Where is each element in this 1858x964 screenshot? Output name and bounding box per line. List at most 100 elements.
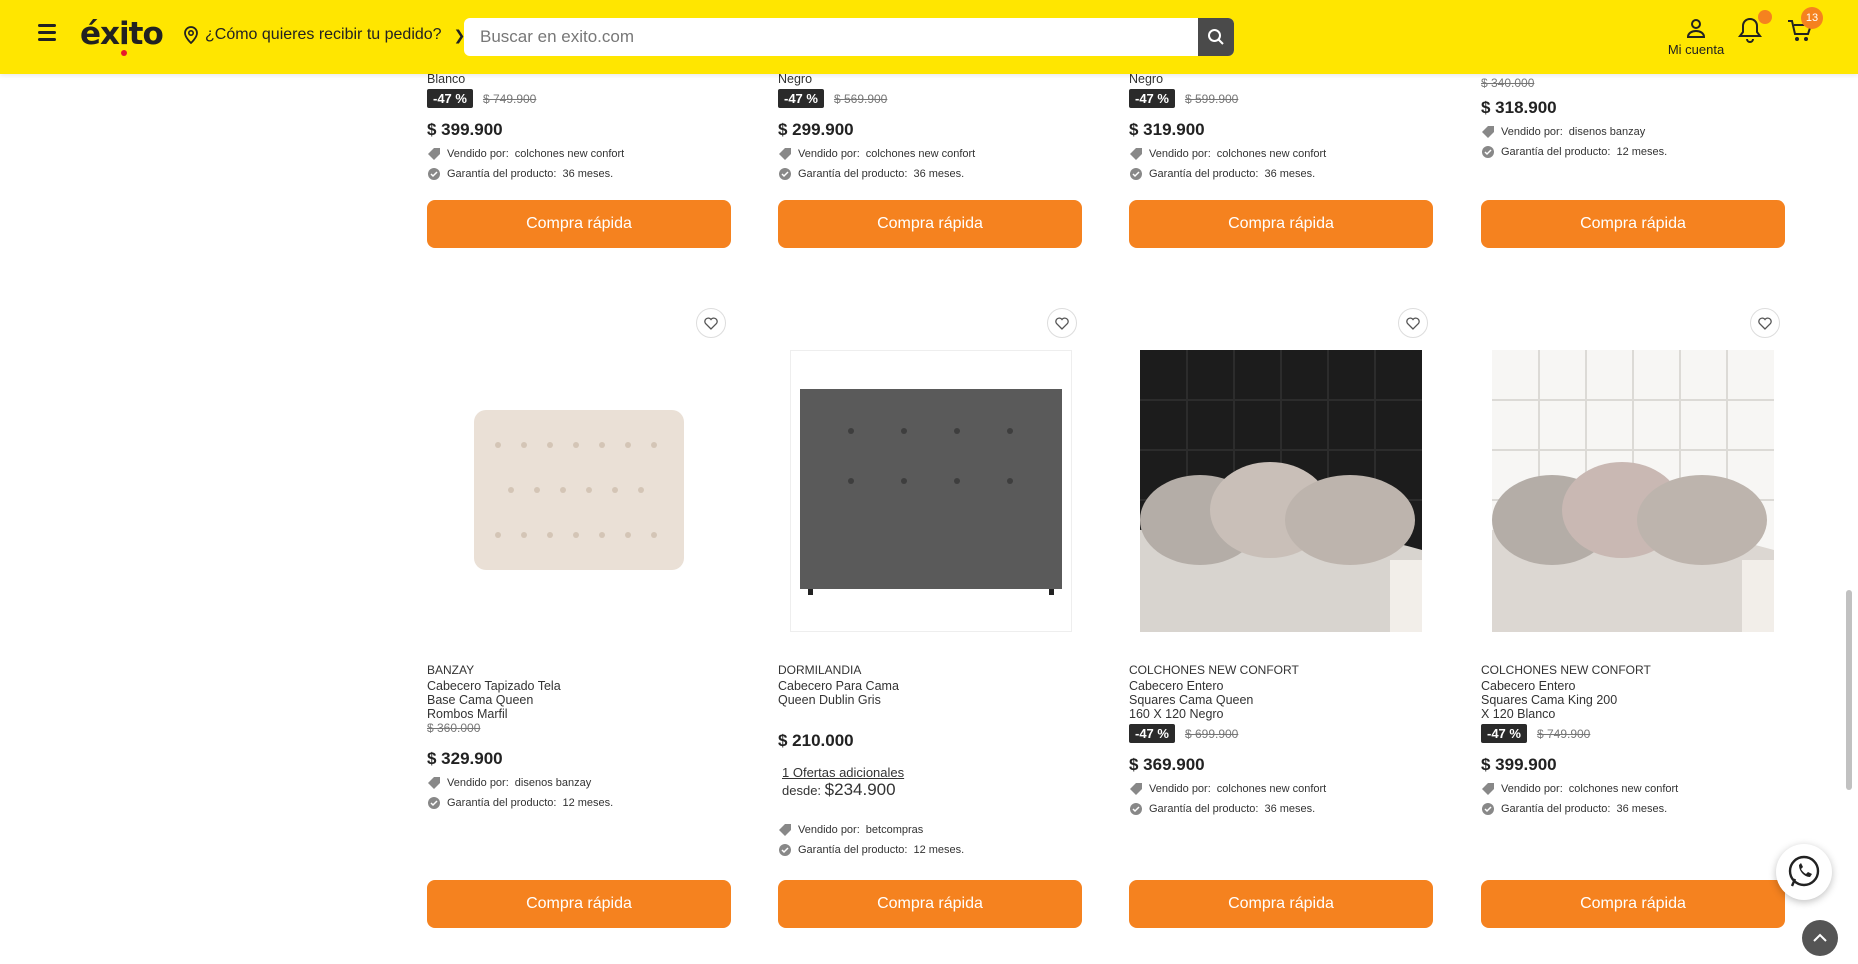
product-name[interactable]: Cabecero Para Cama Queen Dublin Gris (778, 679, 1082, 707)
warranty-icon (428, 797, 440, 809)
product-card: COLCHONES NEW CONFORT Cabecero Entero Sq… (1129, 663, 1433, 819)
product-card: Negro -47 % $ 599.900 $ 319.900 Vendido p… (1129, 72, 1433, 184)
product-color: Negro (778, 72, 813, 86)
warranty-icon (1482, 146, 1494, 158)
search-icon (1208, 29, 1224, 45)
seller-name: colchones new confort (865, 148, 976, 160)
warranty-icon (779, 168, 791, 180)
discount-badge: -47 % (1129, 89, 1175, 108)
notification-dot (1758, 10, 1772, 24)
favorite-button[interactable] (1047, 308, 1077, 338)
favorite-button[interactable] (696, 308, 726, 338)
product-price: $ 329.900 (427, 749, 503, 768)
product-name[interactable]: Cabecero Entero Squares Cama King 200 X … (1481, 679, 1785, 721)
additional-offers-link[interactable]: 1 Ofertas adicionales (782, 765, 1082, 780)
seller-name: disenos banzay (1568, 126, 1646, 138)
account-button[interactable]: Mi cuenta (1664, 18, 1728, 57)
quick-buy-button[interactable]: Compra rápida (1129, 880, 1433, 928)
warranty-icon (1130, 168, 1142, 180)
seller-name: colchones new confort (1568, 783, 1679, 795)
discount-badge: -47 % (1481, 724, 1527, 743)
product-image[interactable] (1492, 350, 1774, 632)
quick-buy-button[interactable]: Compra rápida (1481, 880, 1785, 928)
heart-icon (704, 316, 718, 330)
warranty-icon (779, 844, 791, 856)
product-card: Negro -47 % $ 569.900 $ 299.900 Vendido p… (778, 72, 1082, 184)
discount-badge: -47 % (778, 89, 824, 108)
quick-buy-button[interactable]: Compra rápida (1481, 200, 1785, 248)
seller-name: colchones new confort (1216, 148, 1327, 160)
product-price: $ 299.900 (778, 120, 854, 139)
quick-buy-button[interactable]: Compra rápida (1129, 200, 1433, 248)
product-brand: DORMILANDIA (778, 663, 862, 677)
scroll-to-top-button[interactable] (1802, 920, 1838, 956)
seller-name: colchones new confort (514, 148, 625, 160)
hamburger-menu-icon[interactable] (38, 24, 62, 44)
quick-buy-button[interactable]: Compra rápida (778, 880, 1082, 928)
warranty-icon (428, 168, 440, 180)
product-color: Negro (1129, 72, 1164, 86)
exito-logo[interactable]: éxito (80, 16, 164, 56)
old-price: $ 749.900 (1536, 726, 1591, 741)
product-price: $ 399.900 (1481, 755, 1557, 774)
product-image[interactable] (1140, 350, 1422, 632)
product-price: $ 319.900 (1129, 120, 1205, 139)
heart-icon (1406, 316, 1420, 330)
product-price: $ 369.900 (1129, 755, 1205, 774)
tag-icon (1482, 126, 1494, 138)
quick-buy-button[interactable]: Compra rápida (427, 200, 731, 248)
old-price: $ 340.000 (1481, 76, 1535, 90)
discount-badge: -47 % (427, 89, 473, 108)
cart-count-badge: 13 (1801, 7, 1823, 29)
tag-icon (1130, 783, 1142, 795)
product-card: Blanco -47 % $ 749.900 $ 399.900 Vendido … (427, 72, 731, 184)
product-price: $ 399.900 (427, 120, 503, 139)
product-name[interactable]: Cabecero Tapizado Tela Base Cama Queen R… (427, 679, 731, 721)
old-price: $ 360.000 (427, 721, 481, 735)
product-image[interactable] (438, 350, 720, 632)
product-brand: COLCHONES NEW CONFORT (1129, 663, 1299, 677)
quick-buy-button[interactable]: Compra rápida (778, 200, 1082, 248)
tag-icon (428, 777, 440, 789)
product-brand: COLCHONES NEW CONFORT (1481, 663, 1651, 677)
tag-icon (1130, 148, 1142, 160)
from-price: $234.900 (824, 780, 896, 799)
tag-icon (1482, 783, 1494, 795)
seller-name: disenos banzay (514, 777, 592, 789)
product-card: BANZAY Cabecero Tapizado Tela Base Cama … (427, 663, 731, 813)
favorite-button[interactable] (1750, 308, 1780, 338)
quick-buy-button[interactable]: Compra rápida (427, 880, 731, 928)
favorite-button[interactable] (1398, 308, 1428, 338)
delivery-prompt: ¿Cómo quieres recibir tu pedido? (205, 26, 442, 43)
user-icon (1686, 19, 1706, 38)
account-label: Mi cuenta (1667, 42, 1725, 57)
search-bar (464, 18, 1234, 56)
warranty-icon (1130, 803, 1142, 815)
old-price: $ 699.900 (1184, 726, 1239, 741)
discount-badge: -47 % (1129, 724, 1175, 743)
product-price: $ 318.900 (1481, 98, 1557, 117)
seller-name: colchones new confort (1216, 783, 1327, 795)
chevron-up-icon (1813, 933, 1827, 942)
product-card: COLCHONES NEW CONFORT Cabecero Entero Sq… (1481, 663, 1785, 819)
product-image[interactable] (790, 350, 1072, 632)
product-brand: BANZAY (427, 663, 475, 677)
tag-icon (428, 148, 440, 160)
whatsapp-icon (1788, 855, 1820, 887)
product-card: $ 340.000 $ 318.900 Vendido por: disenos … (1481, 76, 1785, 162)
search-input[interactable] (464, 18, 1198, 56)
old-price: $ 599.900 (1184, 91, 1239, 106)
product-card: DORMILANDIA Cabecero Para Cama Queen Dub… (778, 663, 1082, 860)
product-color: Blanco (427, 72, 466, 86)
delivery-selector[interactable]: ¿Cómo quieres recibir tu pedido? ❯ (183, 26, 465, 44)
whatsapp-chat-button[interactable] (1776, 844, 1832, 900)
warranty-icon (1482, 803, 1494, 815)
old-price: $ 569.900 (833, 91, 888, 106)
product-price: $ 210.000 (778, 731, 854, 750)
site-header: éxito ¿Cómo quieres recibir tu pedido? ❯… (0, 0, 1858, 74)
product-name[interactable]: Cabecero Entero Squares Cama Queen 160 X… (1129, 679, 1433, 721)
search-button[interactable] (1198, 18, 1234, 56)
page-scrollbar-thumb[interactable] (1846, 590, 1852, 790)
heart-icon (1758, 316, 1772, 330)
tag-icon (779, 824, 791, 836)
